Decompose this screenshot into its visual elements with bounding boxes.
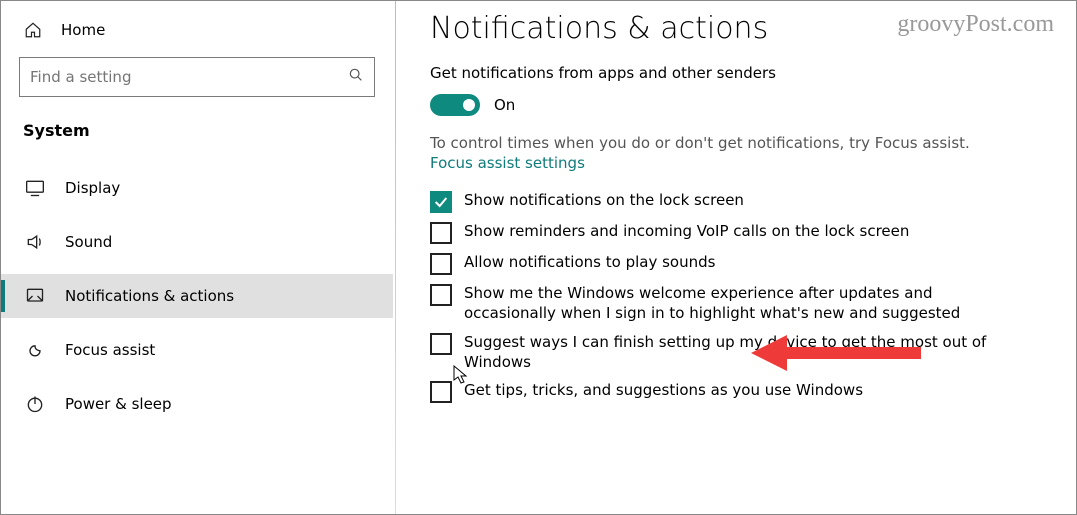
option-show-lock-screen[interactable]: Show notifications on the lock screen xyxy=(430,190,1020,213)
sidebar-item-label: Notifications & actions xyxy=(65,287,234,305)
watermark-text: groovyPost.com xyxy=(897,11,1054,38)
home-icon xyxy=(23,21,43,39)
option-tips-tricks[interactable]: Get tips, tricks, and suggestions as you… xyxy=(430,380,1020,403)
toggle-state-label: On xyxy=(494,96,515,114)
option-label: Show me the Windows welcome experience a… xyxy=(464,283,1020,324)
option-label: Get tips, tricks, and suggestions as you… xyxy=(464,380,863,400)
option-welcome-experience[interactable]: Show me the Windows welcome experience a… xyxy=(430,283,1020,324)
search-icon xyxy=(348,67,364,87)
sidebar-item-label: Power & sleep xyxy=(65,395,172,413)
focus-assist-hint: To control times when you do or don't ge… xyxy=(430,134,1046,152)
checkbox[interactable] xyxy=(430,222,452,244)
content-pane: Notifications & actions Get notification… xyxy=(396,1,1076,514)
display-icon xyxy=(25,178,45,198)
sidebar-section-title: System xyxy=(19,121,375,166)
search-input[interactable] xyxy=(30,68,348,86)
sidebar-item-display[interactable]: Display xyxy=(1,166,393,210)
option-show-reminders[interactable]: Show reminders and incoming VoIP calls o… xyxy=(430,221,1020,244)
option-finish-setup[interactable]: Suggest ways I can finish setting up my … xyxy=(430,332,1020,373)
search-input-container[interactable] xyxy=(19,57,375,97)
option-label: Show reminders and incoming VoIP calls o… xyxy=(464,221,909,241)
sidebar-item-power-sleep[interactable]: Power & sleep xyxy=(1,382,393,426)
notifications-subhead: Get notifications from apps and other se… xyxy=(430,64,1046,82)
sidebar-item-label: Sound xyxy=(65,233,112,251)
notifications-toggle[interactable] xyxy=(430,94,480,116)
notifications-icon xyxy=(25,286,45,306)
sidebar-item-label: Focus assist xyxy=(65,341,155,359)
checkbox[interactable] xyxy=(430,381,452,403)
checkbox[interactable] xyxy=(430,191,452,213)
sidebar-item-focus-assist[interactable]: Focus assist xyxy=(1,328,393,372)
option-label: Show notifications on the lock screen xyxy=(464,190,744,210)
checkbox[interactable] xyxy=(430,253,452,275)
option-play-sounds[interactable]: Allow notifications to play sounds xyxy=(430,252,1020,275)
home-label: Home xyxy=(61,21,105,39)
focus-assist-icon xyxy=(25,340,45,360)
checkbox[interactable] xyxy=(430,333,452,355)
option-label: Allow notifications to play sounds xyxy=(464,252,715,272)
sound-icon xyxy=(25,232,45,252)
option-label: Suggest ways I can finish setting up my … xyxy=(464,332,1020,373)
sidebar-item-label: Display xyxy=(65,179,120,197)
checkbox[interactable] xyxy=(430,284,452,306)
home-nav[interactable]: Home xyxy=(19,13,375,57)
focus-assist-link[interactable]: Focus assist settings xyxy=(430,154,1046,172)
power-icon xyxy=(25,394,45,414)
sidebar-item-notifications[interactable]: Notifications & actions xyxy=(1,274,393,318)
sidebar: Home System Display Sound Notifica xyxy=(1,1,393,514)
sidebar-item-sound[interactable]: Sound xyxy=(1,220,393,264)
